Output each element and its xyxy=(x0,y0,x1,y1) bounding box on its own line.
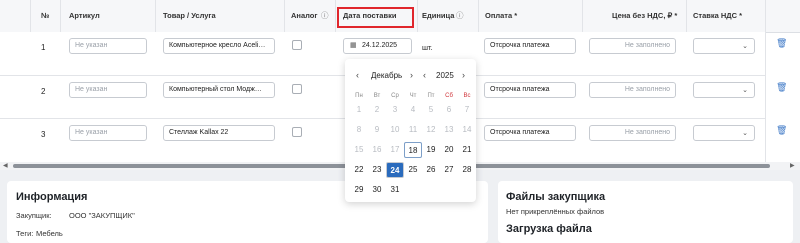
tags-label: Теги: xyxy=(16,229,34,238)
payment-input[interactable]: Отсрочка платежа xyxy=(484,38,576,54)
highlight-box xyxy=(337,7,414,28)
calendar-day: 10 xyxy=(390,125,400,134)
calendar-year[interactable]: 2025 xyxy=(436,71,454,80)
article-input[interactable]: Не указан xyxy=(69,82,147,98)
vat-select[interactable]: ⌄ xyxy=(693,38,755,54)
calendar-day: 16 xyxy=(372,145,382,154)
header-payment[interactable]: Оплата * xyxy=(485,0,517,32)
calendar-day: 11 xyxy=(408,125,418,134)
info-title: Информация xyxy=(16,191,88,203)
calendar-day: 3 xyxy=(392,105,398,114)
article-input[interactable]: Не указан xyxy=(69,38,147,54)
calendar-day[interactable]: 22 xyxy=(350,162,368,178)
calendar-day: 14 xyxy=(462,125,472,134)
weekday-label: Сб xyxy=(445,93,453,99)
calendar-day[interactable]: 27 xyxy=(440,162,458,178)
next-month-icon[interactable]: › xyxy=(410,70,413,80)
analog-checkbox[interactable] xyxy=(292,40,302,50)
calendar-day: 17 xyxy=(390,145,400,154)
trash-icon[interactable]: 🗑 xyxy=(776,82,787,93)
chevron-down-icon: ⌄ xyxy=(742,87,748,94)
header-price[interactable]: Цена без НДС, ₽ * xyxy=(612,0,677,32)
row-number: 1 xyxy=(41,43,46,52)
files-empty-text: Нет прикреплённых файлов xyxy=(506,207,605,216)
weekday-label: Ср xyxy=(391,93,399,99)
calendar-day[interactable]: 24 xyxy=(386,162,404,178)
date-picker-popup: ‹ Декабрь › ‹ 2025 › Пн Вт Ср Чт Пт Сб Вс 1 2 3 4 5… xyxy=(345,59,476,202)
unit-info-icon[interactable]: ⓘ xyxy=(456,0,464,32)
header-vat[interactable]: Ставка НДС * xyxy=(693,0,742,32)
price-input[interactable]: Не заполнено xyxy=(589,38,676,54)
calendar-day[interactable]: 23 xyxy=(368,162,386,178)
article-input[interactable]: Не указан xyxy=(69,125,147,141)
prev-month-icon[interactable]: ‹ xyxy=(356,70,359,80)
scroll-left-icon[interactable]: ◀ xyxy=(3,162,8,170)
weekday-label: Вт xyxy=(373,93,381,99)
weekday-label: Пн xyxy=(355,93,363,99)
header-product[interactable]: Товар / Услуга xyxy=(163,0,216,32)
price-input[interactable]: Не заполнено xyxy=(589,82,676,98)
payment-input[interactable]: Отсрочка платежа xyxy=(484,82,576,98)
product-input[interactable]: Компьютерное кресло Aceli… xyxy=(163,38,275,54)
files-panel: Файлы закупщика Нет прикреплённых файлов… xyxy=(498,181,793,243)
calendar-day[interactable]: 25 xyxy=(404,162,422,178)
calendar-day[interactable]: 20 xyxy=(440,142,458,158)
chevron-down-icon: ⌄ xyxy=(742,43,748,50)
calendar-day: 2 xyxy=(374,105,380,114)
analog-info-icon[interactable]: ⓘ xyxy=(321,0,329,32)
trash-icon[interactable]: 🗑 xyxy=(776,125,787,136)
vat-select[interactable]: ⌄ xyxy=(693,82,755,98)
column-divider xyxy=(765,0,766,162)
tags-value: Мебель xyxy=(36,229,63,238)
calendar-day[interactable]: 31 xyxy=(386,182,404,198)
calendar-day: 6 xyxy=(446,105,452,114)
product-input[interactable]: Компьютерный стол Модж… xyxy=(163,82,275,98)
calendar-day: 8 xyxy=(356,125,362,134)
calendar-day: 5 xyxy=(428,105,434,114)
analog-checkbox[interactable] xyxy=(292,84,302,94)
calendar-day: 4 xyxy=(410,105,416,114)
calendar-day: 13 xyxy=(444,125,454,134)
unit-value: шт. xyxy=(422,43,433,52)
calendar-day: 7 xyxy=(464,105,470,114)
header-analog[interactable]: Аналог xyxy=(291,0,318,32)
weekday-label: Пт xyxy=(427,93,435,99)
scroll-right-icon[interactable]: ▶ xyxy=(790,162,795,170)
calendar-day[interactable]: 18 xyxy=(404,142,422,158)
price-input[interactable]: Не заполнено xyxy=(589,125,676,141)
header-unit[interactable]: Единица xyxy=(422,0,454,32)
calendar-day[interactable]: 19 xyxy=(422,142,440,158)
calendar-icon: ▦ xyxy=(350,42,357,49)
upload-title: Загрузка файла xyxy=(506,223,592,235)
calendar-day: 12 xyxy=(426,125,436,134)
delivery-date-input[interactable]: ▦ 24.12.2025 xyxy=(343,38,412,54)
calendar-day: 9 xyxy=(374,125,380,134)
calendar-day[interactable]: 28 xyxy=(458,162,476,178)
weekday-label: Чт xyxy=(409,93,417,99)
next-year-icon[interactable]: › xyxy=(462,70,465,80)
files-title: Файлы закупщика xyxy=(506,191,606,203)
delivery-date-value: 24.12.2025 xyxy=(362,42,398,49)
payment-input[interactable]: Отсрочка платежа xyxy=(484,125,576,141)
row-number: 2 xyxy=(41,87,46,96)
calendar-day[interactable]: 26 xyxy=(422,162,440,178)
product-input[interactable]: Стеллаж Kallax 22 xyxy=(163,125,275,141)
calendar-month[interactable]: Декабрь xyxy=(371,71,402,80)
row-number: 3 xyxy=(41,130,46,139)
header-num: № xyxy=(41,11,50,20)
customer-label: Закупщик: xyxy=(16,211,52,220)
calendar-day[interactable]: 21 xyxy=(458,142,476,158)
trash-icon[interactable]: 🗑 xyxy=(776,38,787,49)
calendar-day[interactable]: 29 xyxy=(350,182,368,198)
chevron-down-icon: ⌄ xyxy=(742,130,748,137)
calendar-day: 15 xyxy=(354,145,364,154)
header-article[interactable]: Артикул xyxy=(69,0,100,32)
calendar-day[interactable]: 30 xyxy=(368,182,386,198)
analog-checkbox[interactable] xyxy=(292,127,302,137)
prev-year-icon[interactable]: ‹ xyxy=(423,70,426,80)
customer-link[interactable]: ООО "ЗАКУПЩИК" xyxy=(69,211,135,220)
calendar-day: 1 xyxy=(356,105,362,114)
vat-select[interactable]: ⌄ xyxy=(693,125,755,141)
weekday-label: Вс xyxy=(463,93,471,99)
